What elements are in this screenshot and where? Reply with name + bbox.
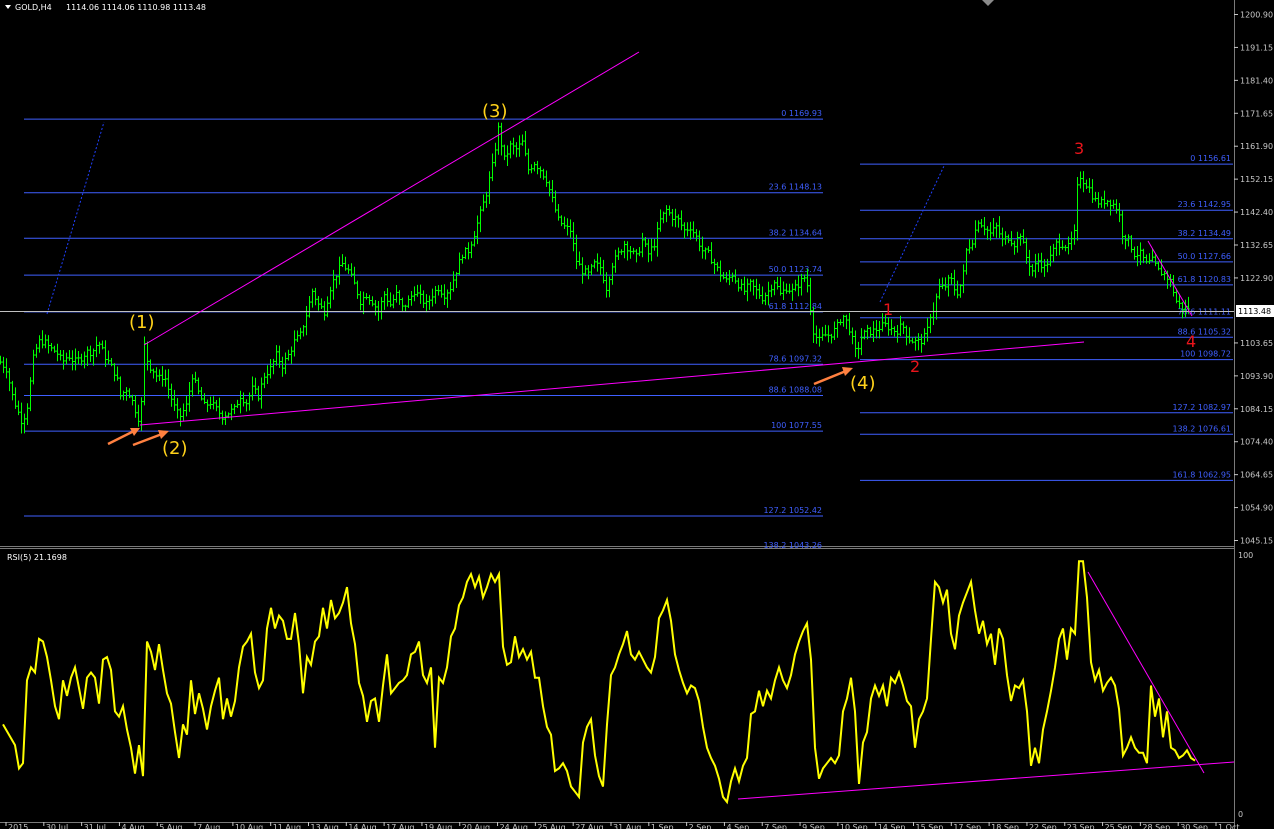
time-tick-label: 22 Sep xyxy=(1029,823,1057,829)
price-tick-label: 1200.90 xyxy=(1240,11,1273,20)
time-tick-label: 24 Aug xyxy=(500,823,528,829)
time-tick-label: 15 Sep xyxy=(916,823,944,829)
minor-wave-label-2: 2 xyxy=(910,357,920,376)
fib-level-label: 23.6 1148.13 xyxy=(769,183,822,192)
fib-level-label: 23.6 1142.95 xyxy=(1178,200,1231,209)
rsi-title: RSI(5) 21.1698 xyxy=(7,553,67,562)
chart-background xyxy=(0,0,1274,829)
time-tick-label: 25 Sep xyxy=(1105,823,1133,829)
time-tick-label: 27 Aug xyxy=(575,823,603,829)
fib-level-label: 50.0 1123.74 xyxy=(769,265,822,274)
time-tick-label: 4 Aug xyxy=(121,823,144,829)
price-tick-label: 1064.65 xyxy=(1240,471,1273,480)
minor-wave-label-4: 4 xyxy=(1186,332,1196,351)
time-tick-label: 7 Aug xyxy=(197,823,220,829)
fib-level-label: 138.2 1076.61 xyxy=(1172,424,1231,433)
time-tick-label: 13 Aug xyxy=(311,823,339,829)
fib-level-label: 100 1077.55 xyxy=(771,421,822,430)
price-tick-label: 1103.65 xyxy=(1240,339,1273,348)
time-tick-label: 28 Sep xyxy=(1142,823,1170,829)
symbol-label: GOLD,H4 xyxy=(15,3,52,12)
fib-level-label: 88.6 1088.08 xyxy=(769,386,822,395)
fib-level-label: 38.2 1134.49 xyxy=(1178,229,1231,238)
wave-label-4: (4) xyxy=(850,373,876,394)
price-tick-label: 1171.65 xyxy=(1240,109,1273,118)
time-tick-label: 1 Sep xyxy=(651,823,674,829)
price-tick-label: 1181.40 xyxy=(1240,76,1273,85)
time-tick-label: 9 Sep xyxy=(802,823,825,829)
fib-level-label: 127.2 1052.42 xyxy=(763,506,822,515)
fib-level-label: 78.6 1097.32 xyxy=(769,354,822,363)
price-tick-label: 1191.15 xyxy=(1240,43,1273,52)
chart-canvas[interactable]: GOLD,H4 1114.06 1114.06 1110.98 1113.48 … xyxy=(0,0,1274,829)
price-tick-label: 1122.90 xyxy=(1240,274,1273,283)
time-tick-label: 19 Aug xyxy=(424,823,452,829)
time-tick-label: 2 Sep xyxy=(689,823,712,829)
fib-level-label: 50.0 1127.66 xyxy=(1178,252,1231,261)
ohlc-readout: 1114.06 1114.06 1110.98 1113.48 xyxy=(66,3,206,12)
price-tick-label: 1142.40 xyxy=(1240,208,1273,217)
time-tick-label: 14 Sep xyxy=(878,823,906,829)
time-tick-label: 14 Aug xyxy=(348,823,376,829)
time-tick-label: 31 Jul xyxy=(84,823,106,829)
price-tick-label: 1074.40 xyxy=(1240,438,1273,447)
price-tick-label: 1084.15 xyxy=(1240,405,1273,414)
time-tick-label: 30 Sep xyxy=(1180,823,1208,829)
wave-label-2: (2) xyxy=(162,438,188,459)
time-tick-label: 7 Sep xyxy=(764,823,787,829)
time-tick-label: 23 Sep xyxy=(1067,823,1095,829)
price-tick-label: 1054.90 xyxy=(1240,504,1273,513)
time-tick-label: 2015 xyxy=(8,823,28,829)
time-tick-label: 31 Aug xyxy=(613,823,641,829)
fib-level-label: 61.8 1120.83 xyxy=(1178,275,1231,284)
time-tick-label: 11 Aug xyxy=(273,823,301,829)
time-tick-label: 1 Oct xyxy=(1218,823,1239,829)
time-tick-label: 17 Aug xyxy=(386,823,414,829)
fib-level-label: 0 1156.61 xyxy=(1190,154,1231,163)
time-tick-label: 10 Aug xyxy=(235,823,263,829)
wave-label-3: (3) xyxy=(482,101,508,122)
time-tick-label: 4 Sep xyxy=(726,823,749,829)
fib-level-label: 127.2 1082.97 xyxy=(1172,403,1231,412)
rsi-axis-max: 100 xyxy=(1238,551,1253,560)
minor-wave-label-3: 3 xyxy=(1074,139,1084,158)
current-price-label: 1113.48 xyxy=(1238,307,1271,316)
time-tick-label: 17 Sep xyxy=(953,823,981,829)
time-tick-label: 20 Aug xyxy=(462,823,490,829)
fib-level-label: 0 1169.93 xyxy=(781,109,822,118)
current-price-tag: 1113.48 xyxy=(1236,305,1274,317)
fib-level-label: 161.8 1062.95 xyxy=(1172,470,1231,479)
fib-level-label: 138.2 1043.26 xyxy=(763,541,822,550)
price-tick-label: 1161.90 xyxy=(1240,142,1273,151)
time-tick-label: 5 Aug xyxy=(159,823,182,829)
time-tick-label: 25 Aug xyxy=(537,823,565,829)
minor-wave-label-1: 1 xyxy=(883,300,893,319)
time-tick-label: 10 Sep xyxy=(840,823,868,829)
price-tick-label: 1132.65 xyxy=(1240,241,1273,250)
price-tick-label: 1152.15 xyxy=(1240,175,1273,184)
fib-level-label: 38.2 1134.64 xyxy=(769,228,822,237)
time-tick-label: 30 Jul xyxy=(46,823,68,829)
price-tick-label: 1045.15 xyxy=(1240,537,1273,546)
wave-label-1: (1) xyxy=(129,312,155,333)
rsi-axis-min: 0 xyxy=(1238,810,1243,819)
price-tick-label: 1093.90 xyxy=(1240,372,1273,381)
time-tick-label: 18 Sep xyxy=(991,823,1019,829)
